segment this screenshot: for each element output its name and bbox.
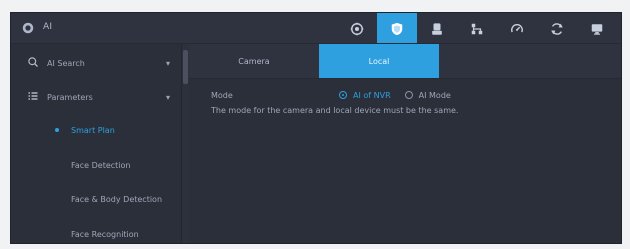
scroll-thumb[interactable] (183, 50, 188, 84)
sidebar-subitem-face-detection[interactable]: Face Detection (71, 155, 131, 175)
sidebar-item-label: AI Search (47, 58, 85, 68)
refresh-button[interactable] (537, 13, 577, 43)
network-icon (470, 21, 484, 35)
sidebar-item-label: Parameters (47, 92, 93, 102)
network-button[interactable] (457, 13, 497, 43)
radio-selected-icon[interactable] (339, 91, 347, 99)
search-icon (27, 56, 41, 70)
ai-icon (21, 20, 35, 34)
sidebar: AI Search ▾ Parameters ▾ Smart Plan Face… (11, 44, 190, 243)
mode-option-label: AI Mode (418, 90, 451, 100)
mode-form: Mode AI of NVR AI Mode The mode for the … (211, 86, 611, 116)
app-window: AI AI Search ▾ Parameters ▾ Smart Plan F… (10, 12, 622, 244)
radio-unselected-icon[interactable] (404, 91, 413, 99)
chevron-down-icon: ▾ (165, 58, 170, 68)
app-title: AI (43, 22, 53, 32)
tab-camera[interactable]: Camera (209, 44, 299, 78)
mode-label: Mode (211, 90, 233, 100)
sidebar-item-parameters-left: Parameters (27, 90, 93, 104)
mode-option-label: AI of NVR (353, 90, 391, 100)
tab-local[interactable]: Local (319, 44, 439, 78)
mode-option-ai-of-nvr[interactable]: AI of NVR (339, 91, 391, 100)
user-icon (430, 21, 444, 35)
shield-icon (390, 21, 404, 36)
sidebar-item-ai-search[interactable]: AI Search ▾ (11, 52, 182, 74)
mode-note: The mode for the camera and local device… (211, 106, 459, 115)
sidebar-subitem-face-recognition[interactable]: Face Recognition (71, 224, 139, 243)
mode-option-ai-mode[interactable]: AI Mode (404, 90, 451, 100)
chevron-down-icon: ▾ (165, 92, 170, 102)
user-button[interactable] (417, 13, 457, 43)
sidebar-item-ai-search-left: AI Search (27, 56, 85, 70)
monitor-button[interactable] (577, 13, 617, 43)
sidebar-item-parameters[interactable]: Parameters ▾ (11, 86, 182, 108)
sidebar-scrollbar[interactable] (181, 44, 189, 243)
top-icon-bar (337, 13, 617, 43)
list-icon (27, 90, 41, 104)
active-indicator (55, 128, 59, 132)
refresh-icon (550, 21, 564, 35)
tab-bar: Camera Local (189, 44, 621, 79)
main-content: Camera Local Mode AI of NVR AI Mode The … (189, 44, 621, 243)
monitor-icon (590, 21, 604, 35)
mode-row: Mode AI of NVR AI Mode (211, 86, 611, 104)
sidebar-subitem-face-body-detection[interactable]: Face & Body Detection (71, 189, 162, 209)
gauge-icon (510, 21, 524, 35)
target-button[interactable] (337, 13, 377, 43)
brand: AI (21, 20, 52, 34)
shield-button[interactable] (377, 13, 417, 43)
top-bar: AI (11, 13, 621, 44)
sidebar-subitem-smart-plan[interactable]: Smart Plan (71, 120, 115, 140)
target-icon (350, 21, 364, 36)
gauge-button[interactable] (497, 13, 537, 43)
